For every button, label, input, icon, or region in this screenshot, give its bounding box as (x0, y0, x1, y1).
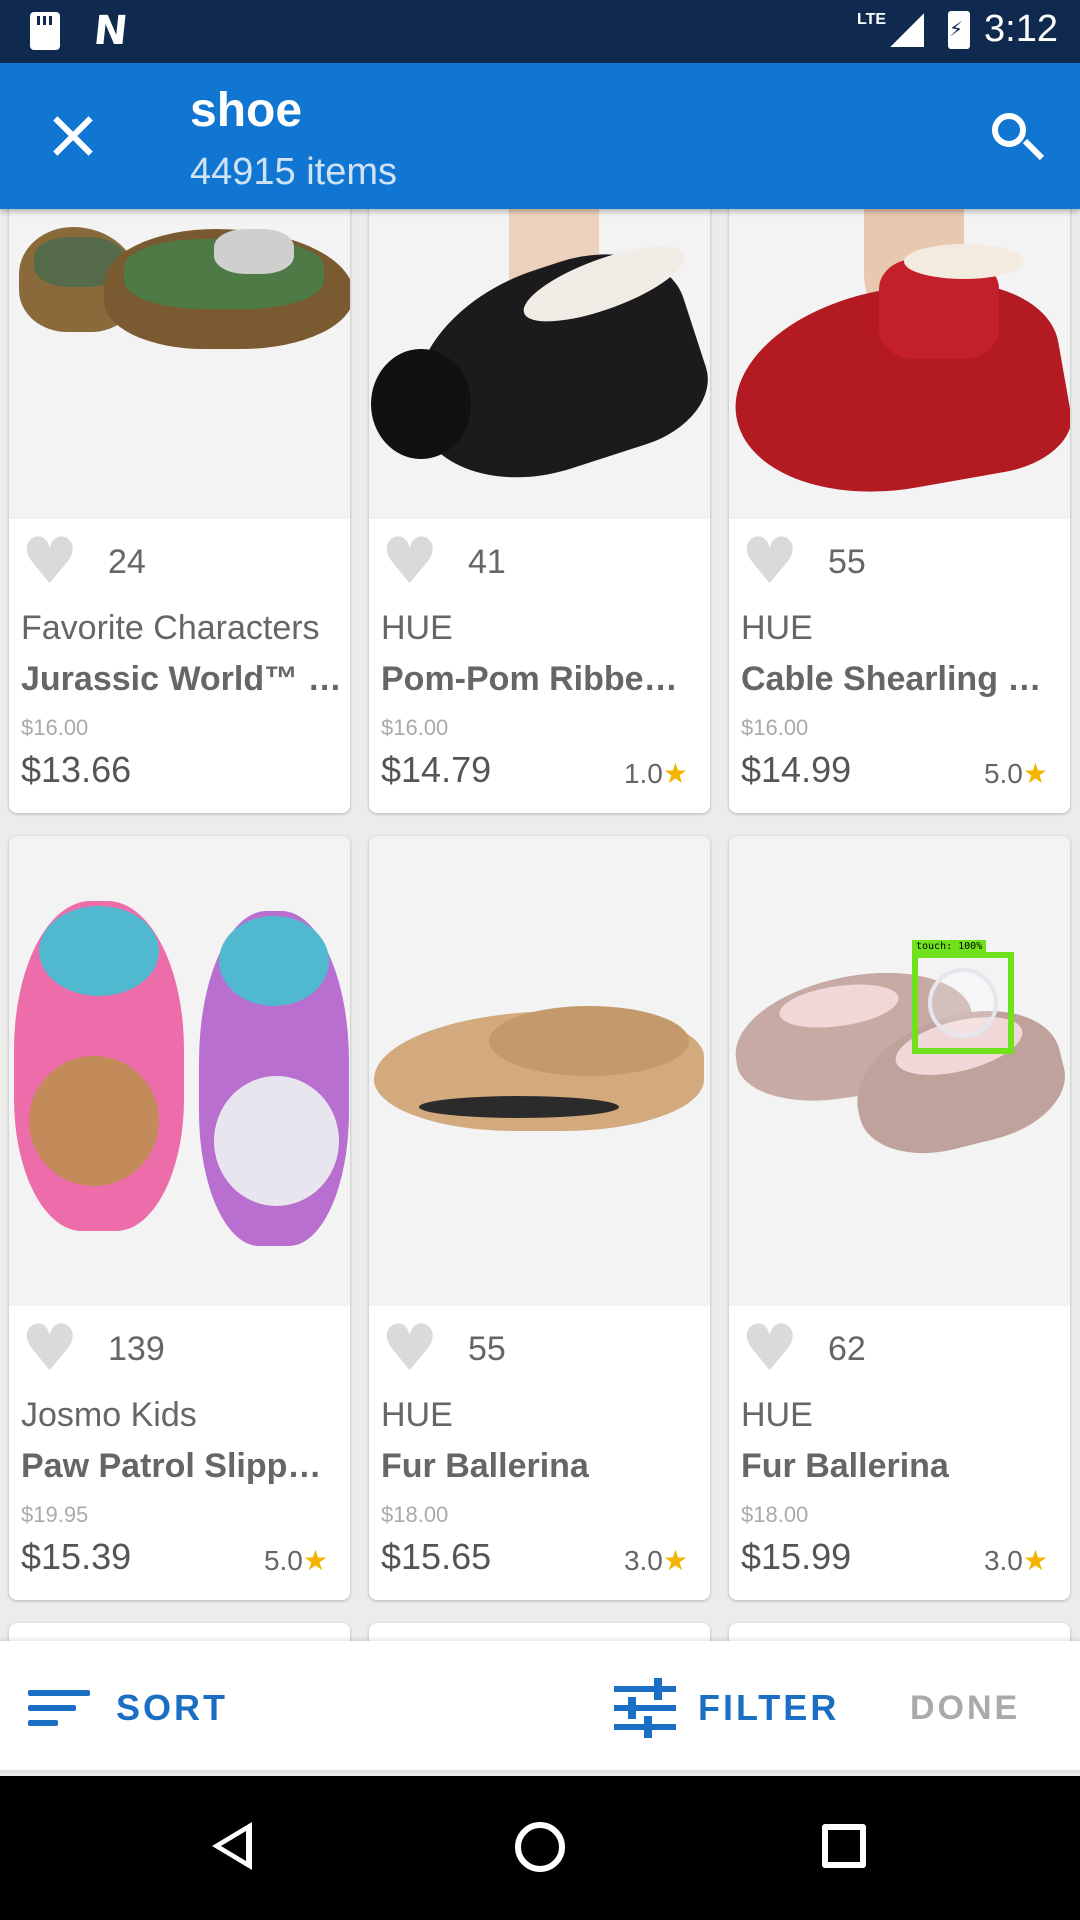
product-image (369, 836, 710, 1306)
product-name: Paw Patrol Slipp… (21, 1447, 322, 1485)
product-card[interactable]: 55 HUE Fur Ballerina $18.00 $15.65 3.0★ (369, 836, 710, 1600)
sale-price: $14.79 (381, 749, 492, 790)
product-image (729, 209, 1070, 519)
product-image (729, 836, 1070, 1306)
filter-label: FILTER (698, 1687, 840, 1728)
clock: 3:12 (984, 8, 1058, 50)
product-card[interactable] (369, 1623, 710, 1641)
product-card[interactable] (9, 1623, 350, 1641)
product-card[interactable] (729, 1623, 1070, 1641)
product-card[interactable]: 139 Josmo Kids Paw Patrol Slipp… $19.95 … (9, 836, 350, 1600)
filter-icon (614, 1678, 676, 1738)
product-name: Cable Shearling … (741, 660, 1042, 698)
heart-icon[interactable] (381, 1324, 439, 1374)
original-price: $19.95 (21, 1502, 89, 1527)
heart-icon[interactable] (21, 537, 79, 587)
star-icon: ★ (302, 1545, 328, 1576)
product-image (369, 209, 710, 519)
like-count: 62 (828, 1330, 866, 1368)
like-count: 55 (468, 1330, 506, 1368)
status-bar: N LTE 3:12 (0, 0, 1080, 63)
like-count: 55 (828, 543, 866, 581)
sort-icon (28, 1686, 90, 1730)
heart-icon[interactable] (21, 1324, 79, 1374)
product-name: Jurassic World™ … (21, 660, 342, 698)
original-price: $16.00 (21, 715, 89, 740)
product-card[interactable]: 24 Favorite Characters Jurassic World™ …… (9, 209, 350, 813)
product-image (9, 836, 350, 1306)
product-brand: HUE (741, 609, 813, 647)
battery-charging-icon (948, 10, 971, 49)
n-notification-icon: N (91, 8, 130, 54)
product-info: 55 HUE Fur Ballerina $18.00 $15.65 3.0★ (369, 1306, 710, 1600)
product-card[interactable]: 62 HUE Fur Ballerina $18.00 $15.99 3.0★ (729, 836, 1070, 1600)
sort-label: SORT (116, 1687, 229, 1728)
sale-price: $14.99 (741, 749, 852, 790)
product-brand: Favorite Characters (21, 609, 320, 647)
product-info: 55 HUE Cable Shearling … $16.00 $14.99 5… (729, 519, 1070, 813)
home-icon[interactable] (515, 1822, 565, 1872)
navigation-bar (0, 1776, 1080, 1920)
status-right: LTE 3:12 (857, 8, 1058, 51)
product-name: Fur Ballerina (381, 1447, 589, 1485)
recents-icon[interactable] (822, 1824, 866, 1868)
signal-icon (890, 12, 925, 47)
product-info: 62 HUE Fur Ballerina $18.00 $15.99 3.0★ (729, 1306, 1070, 1600)
heart-icon[interactable] (741, 537, 799, 587)
sort-button[interactable]: SORT (28, 1681, 228, 1735)
product-info: 24 Favorite Characters Jurassic World™ …… (9, 519, 350, 813)
original-price: $18.00 (381, 1502, 449, 1527)
sale-price: $15.99 (741, 1536, 852, 1577)
product-rating: 3.0★ (983, 1545, 1048, 1576)
sale-price: $15.65 (381, 1536, 492, 1577)
product-rating: 5.0★ (263, 1545, 328, 1576)
product-card[interactable]: 41 HUE Pom-Pom Ribbe… $16.00 $14.79 1.0★ (369, 209, 710, 813)
sale-price: $13.66 (21, 749, 132, 790)
like-count: 41 (468, 543, 506, 581)
star-icon: ★ (1022, 758, 1048, 789)
sale-price: $15.39 (21, 1536, 132, 1577)
original-price: $18.00 (741, 1502, 809, 1527)
status-left: N (30, 8, 130, 54)
product-info: 41 HUE Pom-Pom Ribbe… $16.00 $14.79 1.0★ (369, 519, 710, 813)
product-name: Fur Ballerina (741, 1447, 949, 1485)
product-name: Pom-Pom Ribbe… (381, 660, 678, 698)
item-count: 44915 items (190, 151, 398, 193)
product-brand: HUE (381, 1396, 453, 1434)
product-brand: Josmo Kids (21, 1396, 197, 1434)
original-price: $16.00 (381, 715, 449, 740)
touch-indicator (912, 952, 1014, 1054)
app-bar: shoe 44915 items (0, 63, 1080, 209)
product-info: 139 Josmo Kids Paw Patrol Slipp… $19.95 … (9, 1306, 350, 1600)
product-rating: 3.0★ (623, 1545, 688, 1576)
like-count: 24 (108, 543, 146, 581)
search-icon[interactable] (988, 109, 1045, 165)
heart-icon[interactable] (381, 537, 439, 587)
sd-card-icon (30, 12, 60, 50)
product-brand: HUE (381, 609, 453, 647)
product-brand: HUE (741, 1396, 813, 1434)
product-card[interactable]: 55 HUE Cable Shearling … $16.00 $14.99 5… (729, 209, 1070, 813)
product-rating: 5.0★ (983, 758, 1048, 789)
star-icon: ★ (662, 758, 688, 789)
bottom-action-bar: SORT FILTER DONE (0, 1641, 1080, 1773)
star-icon: ★ (662, 1545, 688, 1576)
back-icon[interactable] (212, 1822, 252, 1870)
close-icon[interactable] (44, 107, 102, 165)
product-image (9, 209, 350, 519)
filter-button[interactable]: FILTER (614, 1677, 839, 1739)
heart-icon[interactable] (741, 1324, 799, 1374)
done-button[interactable]: DONE (910, 1689, 1020, 1728)
product-grid[interactable]: 24 Favorite Characters Jurassic World™ …… (0, 209, 1080, 1641)
original-price: $16.00 (741, 715, 809, 740)
like-count: 139 (108, 1330, 165, 1368)
network-type: LTE (857, 10, 887, 28)
product-rating: 1.0★ (623, 758, 688, 789)
star-icon: ★ (1022, 1545, 1048, 1576)
search-query-title: shoe (190, 84, 303, 137)
